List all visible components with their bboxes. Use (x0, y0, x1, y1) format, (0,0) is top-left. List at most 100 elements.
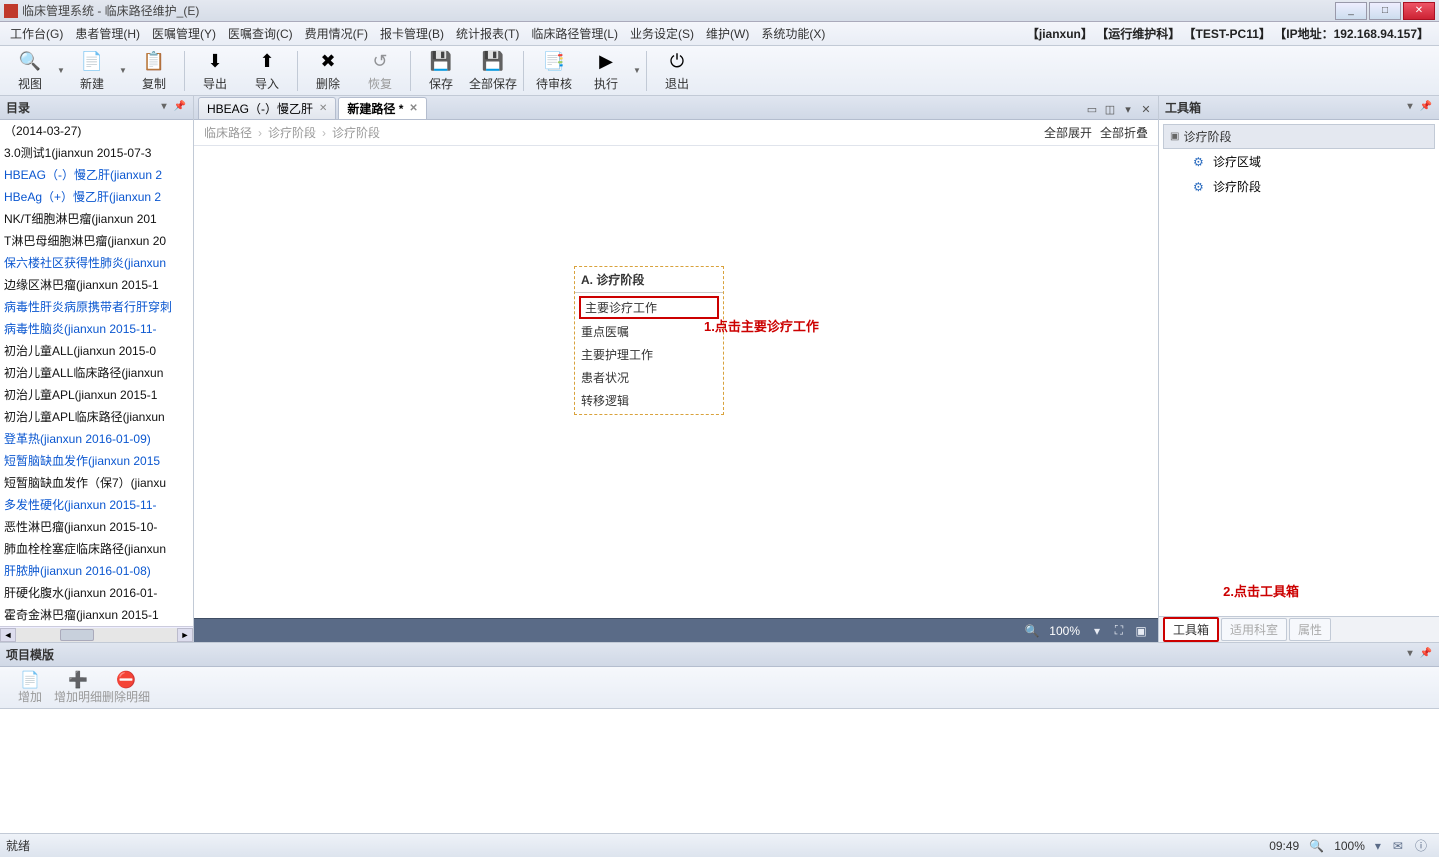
document-tab[interactable]: 新建路径 *✕ (338, 97, 426, 119)
toolbar-退出-button[interactable]: ⏻退出 (653, 48, 701, 94)
scroll-left-arrow[interactable]: ◄ (0, 628, 16, 642)
toolbar-新建-button[interactable]: 📄新建 (68, 48, 116, 94)
directory-item[interactable]: 多发性硬化(jianxun 2015-11- (0, 494, 193, 516)
directory-item[interactable]: 病毒性脑炎(jianxun 2015-11- (0, 318, 193, 340)
directory-item[interactable]: 登革热(jianxun 2016-01-09) (0, 428, 193, 450)
directory-item[interactable]: 病毒性肝炎病原携带者行肝穿刺 (0, 296, 193, 318)
tab-close-icon[interactable]: ✕ (1138, 103, 1154, 119)
stage-item[interactable]: 重点医嘱 (575, 320, 723, 343)
toolbar-导入-button[interactable]: ⬆导入 (243, 48, 291, 94)
chevron-down-icon[interactable]: ▼ (56, 48, 66, 94)
menu-item[interactable]: 维护(W) (700, 22, 755, 46)
template-增加-button[interactable]: 📄增加 (6, 670, 54, 705)
stage-node[interactable]: A. 诊疗阶段 主要诊疗工作重点医嘱主要护理工作患者状况转移逻辑 (574, 266, 724, 415)
toolbar-删除-button[interactable]: ✖删除 (304, 48, 352, 94)
directory-list[interactable]: （2014-03-27)3.0测试1(jianxun 2015-07-3HBEA… (0, 120, 193, 626)
toolbar-label: 保存 (429, 75, 453, 92)
crumb-1[interactable]: 诊疗阶段 (268, 124, 316, 141)
directory-item[interactable]: 初治儿童APL临床路径(jianxun (0, 406, 193, 428)
template-pin-icon[interactable]: 📌 (1419, 648, 1433, 662)
close-icon[interactable]: ✕ (409, 103, 417, 114)
tab-dropdown-icon[interactable]: ▾ (1120, 103, 1136, 119)
crumb-2[interactable]: 诊疗阶段 (332, 124, 380, 141)
directory-item[interactable]: 恶性淋巴瘤(jianxun 2015-10- (0, 516, 193, 538)
close-icon[interactable]: ✕ (319, 103, 327, 114)
crumb-0[interactable]: 临床路径 (204, 124, 252, 141)
toolbar-执行-button[interactable]: ▶执行 (582, 48, 630, 94)
menu-item[interactable]: 医嘱查询(C) (222, 22, 299, 46)
menu-item[interactable]: 费用情况(F) (299, 22, 374, 46)
directory-item[interactable]: HBEAG（-）慢乙肝(jianxun 2 (0, 164, 193, 186)
directory-item[interactable]: 边缘区淋巴瘤(jianxun 2015-1 (0, 274, 193, 296)
directory-item[interactable]: 肺血栓栓塞症临床路径(jianxun (0, 538, 193, 560)
search-icon[interactable]: 🔍 (1023, 624, 1041, 638)
editor-canvas[interactable]: A. 诊疗阶段 主要诊疗工作重点医嘱主要护理工作患者状况转移逻辑 1.点击主要诊… (194, 146, 1158, 618)
scroll-thumb[interactable] (60, 629, 94, 641)
maximize-button[interactable]: □ (1369, 2, 1401, 20)
stage-item[interactable]: 主要诊疗工作 (579, 296, 719, 319)
directory-item[interactable]: 初治儿童APL(jianxun 2015-1 (0, 384, 193, 406)
stage-item[interactable]: 患者状况 (575, 366, 723, 389)
directory-item[interactable]: 3.0测试1(jianxun 2015-07-3 (0, 142, 193, 164)
horizontal-scrollbar[interactable]: ◄ ► (0, 626, 193, 642)
chevron-down-icon[interactable]: ▼ (118, 48, 128, 94)
toolbox-section[interactable]: 诊疗阶段 (1163, 124, 1435, 149)
menu-item[interactable]: 医嘱管理(Y) (146, 22, 222, 46)
directory-item[interactable]: 霍奇金淋巴瘤(jianxun 2015-1 (0, 604, 193, 626)
directory-item[interactable]: 肝硬化腹水(jianxun 2016-01- (0, 582, 193, 604)
template-header: 项目模版 ▾ 📌 (0, 643, 1439, 667)
directory-item[interactable]: HBeAg（+）慢乙肝(jianxun 2 (0, 186, 193, 208)
directory-item[interactable]: NK/T细胞淋巴瘤(jianxun 201 (0, 208, 193, 230)
toolbox-tab-工具箱[interactable]: 工具箱 (1163, 617, 1219, 642)
zoom-dropdown-icon[interactable]: ▾ (1375, 839, 1381, 853)
mail-icon[interactable]: ✉ (1393, 839, 1403, 853)
chevron-down-icon[interactable]: ▼ (632, 48, 642, 94)
toolbar-导出-button[interactable]: ⬇导出 (191, 48, 239, 94)
menu-item[interactable]: 统计报表(T) (450, 22, 525, 46)
stage-item[interactable]: 转移逻辑 (575, 389, 723, 412)
info-icon[interactable]: ⓘ (1415, 837, 1427, 854)
toolbar-待审核-button[interactable]: 📑待审核 (530, 48, 578, 94)
minimize-button[interactable]: _ (1335, 2, 1367, 20)
directory-item[interactable]: 短暂脑缺血发作(jianxun 2015 (0, 450, 193, 472)
directory-item[interactable]: 保六楼社区获得性肺炎(jianxun (0, 252, 193, 274)
panel-pin-icon[interactable]: 📌 (173, 101, 187, 115)
expand-all-button[interactable]: 全部展开 (1044, 124, 1092, 141)
collapse-all-button[interactable]: 全部折叠 (1100, 124, 1148, 141)
menu-item[interactable]: 业务设定(S) (624, 22, 700, 46)
template-dropdown-icon[interactable]: ▾ (1403, 648, 1417, 662)
directory-item[interactable]: T淋巴母细胞淋巴瘤(jianxun 20 (0, 230, 193, 252)
toolbox-item[interactable]: ⚙诊疗阶段 (1163, 174, 1435, 199)
menu-item[interactable]: 患者管理(H) (69, 22, 146, 46)
directory-item[interactable]: 初治儿童ALL(jianxun 2015-0 (0, 340, 193, 362)
toolbar-全部保存-button[interactable]: 💾全部保存 (469, 48, 517, 94)
tab-layout-icon[interactable]: ▭ (1084, 103, 1100, 119)
close-button[interactable]: ✕ (1403, 2, 1435, 20)
template-删除明细-button[interactable]: ⛔删除明细 (102, 670, 150, 705)
fit-width-icon[interactable]: ⛶ (1110, 623, 1128, 638)
menu-item[interactable]: 临床路径管理(L) (525, 22, 624, 46)
toolbox-dropdown-icon[interactable]: ▾ (1403, 101, 1417, 115)
toolbar-保存-button[interactable]: 💾 保存 (417, 48, 465, 94)
toolbar-视图-button[interactable]: 🔍视图 (6, 48, 54, 94)
scroll-right-arrow[interactable]: ► (177, 628, 193, 642)
toolbox-item[interactable]: ⚙诊疗区域 (1163, 149, 1435, 174)
zoom-dropdown-icon[interactable]: ▾ (1088, 624, 1106, 638)
toolbar-复制-button[interactable]: 📋复制 (130, 48, 178, 94)
directory-item[interactable]: 短暂脑缺血发作（保7）(jianxu (0, 472, 193, 494)
directory-item[interactable]: 初治儿童ALL临床路径(jianxun (0, 362, 193, 384)
保存-icon: 💾 (429, 49, 453, 73)
tab-split-icon[interactable]: ◫ (1102, 103, 1118, 119)
fit-page-icon[interactable]: ▣ (1132, 624, 1150, 638)
panel-dropdown-icon[interactable]: ▾ (157, 101, 171, 115)
document-tab[interactable]: HBEAG（-）慢乙肝✕ (198, 97, 336, 119)
directory-item[interactable]: 肝脓肿(jianxun 2016-01-08) (0, 560, 193, 582)
menu-item[interactable]: 工作台(G) (4, 22, 69, 46)
zoom-out-icon[interactable]: 🔍 (1309, 839, 1324, 853)
template-增加明细-button[interactable]: ➕增加明细 (54, 670, 102, 705)
menu-item[interactable]: 系统功能(X) (755, 22, 831, 46)
menu-item[interactable]: 报卡管理(B) (374, 22, 450, 46)
toolbox-pin-icon[interactable]: 📌 (1419, 101, 1433, 115)
stage-item[interactable]: 主要护理工作 (575, 343, 723, 366)
directory-item[interactable]: （2014-03-27) (0, 120, 193, 142)
